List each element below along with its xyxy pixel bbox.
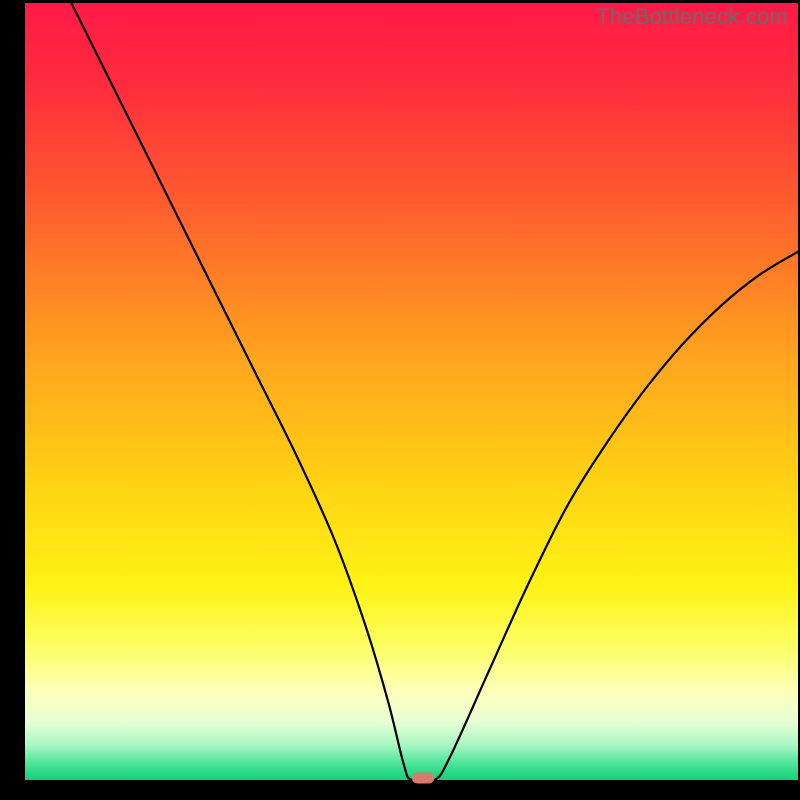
chart-stage: TheBottleneck.com bbox=[0, 0, 800, 800]
optimum-marker bbox=[412, 773, 434, 784]
bottleneck-chart bbox=[0, 0, 800, 800]
plot-gradient-background bbox=[25, 3, 798, 780]
watermark-text: TheBottleneck.com bbox=[596, 4, 788, 30]
